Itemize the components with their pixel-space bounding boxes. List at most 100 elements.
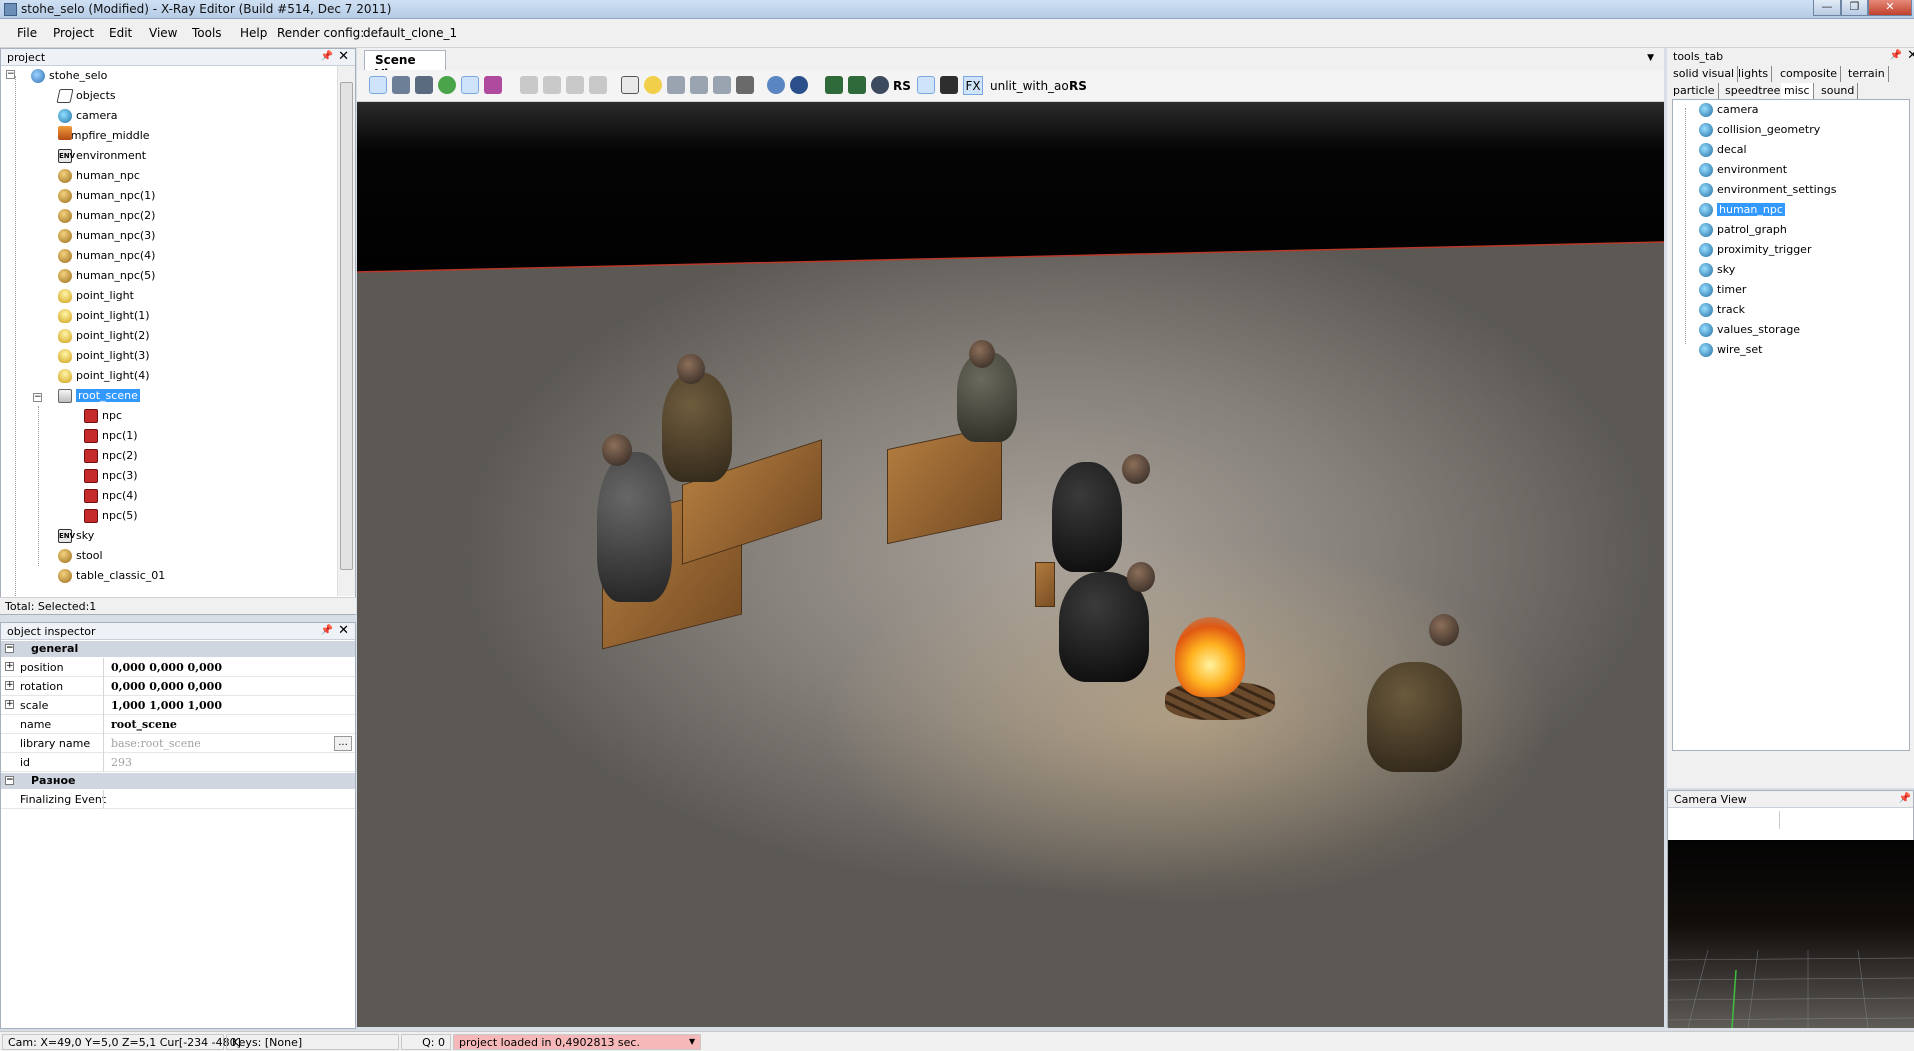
- tree-item[interactable]: human_npc: [58, 166, 140, 186]
- texture-tool-icon[interactable]: [713, 76, 731, 94]
- scrollbar-thumb[interactable]: [340, 82, 353, 570]
- grid-tool-icon[interactable]: [667, 76, 685, 94]
- gear-icon[interactable]: [767, 76, 785, 94]
- light-bulb-icon[interactable]: [644, 76, 662, 94]
- tool-item[interactable]: collision_geometry: [1699, 120, 1820, 140]
- page-tool-icon[interactable]: [621, 76, 639, 94]
- tool-item[interactable]: timer: [1699, 280, 1746, 300]
- collapse-toggle[interactable]: −: [5, 776, 14, 785]
- campfire-fire[interactable]: [1175, 617, 1245, 697]
- text-tool-icon[interactable]: [848, 76, 866, 94]
- tree-item[interactable]: ENVenvironment: [58, 146, 146, 166]
- chevron-down-icon[interactable]: ▼: [1647, 53, 1654, 63]
- tool-item[interactable]: decal: [1699, 140, 1747, 160]
- tree-item[interactable]: stohe_selo: [31, 66, 107, 86]
- rs-label-2[interactable]: RS: [1069, 79, 1087, 93]
- tab-sound[interactable]: sound: [1818, 83, 1859, 99]
- prop-finalizing-event[interactable]: Finalizing Event: [1, 790, 355, 809]
- tree-item[interactable]: point_light: [58, 286, 134, 306]
- camera-tool-icon[interactable]: [736, 76, 754, 94]
- tree-item[interactable]: npc(5): [84, 506, 138, 526]
- tab-terrain[interactable]: terrain: [1845, 66, 1889, 82]
- grid-toggle-icon[interactable]: [917, 76, 935, 94]
- render-config-value[interactable]: default_clone_1: [363, 26, 457, 40]
- render-mode-label[interactable]: unlit_with_ao: [990, 79, 1069, 93]
- rotate-tool-icon[interactable]: [438, 76, 456, 94]
- tab-composite[interactable]: composite: [1777, 66, 1842, 82]
- status-message[interactable]: project loaded in 0,4902813 sec.: [453, 1034, 701, 1050]
- menu-tools[interactable]: Tools: [192, 26, 222, 40]
- tree-item[interactable]: point_light(1): [58, 306, 150, 326]
- tree-item[interactable]: ENVsky: [58, 526, 94, 546]
- tab-solid-visual[interactable]: solid visual: [1670, 66, 1739, 82]
- pin-icon[interactable]: 📌: [321, 51, 333, 62]
- expand-toggle[interactable]: +: [5, 662, 14, 671]
- prop-scale[interactable]: + scale 1,000 1,000 1,000: [1, 696, 355, 715]
- npc-figure[interactable]: [597, 452, 672, 602]
- film-icon[interactable]: [825, 76, 843, 94]
- collapse-toggle[interactable]: −: [33, 393, 42, 402]
- collapse-toggle[interactable]: −: [6, 70, 15, 79]
- minimize-button[interactable]: —: [1813, 0, 1841, 16]
- tree-item[interactable]: point_light(3): [58, 346, 150, 366]
- tree-item[interactable]: table_classic_01: [58, 566, 165, 586]
- expand-toggle[interactable]: +: [5, 681, 14, 690]
- close-icon[interactable]: ✕: [338, 49, 349, 64]
- fx-toggle[interactable]: FX: [963, 76, 983, 95]
- tree-item[interactable]: point_light(2): [58, 326, 150, 346]
- pin-icon[interactable]: 📌: [1890, 50, 1902, 61]
- select-tool-icon[interactable]: [369, 76, 387, 94]
- menu-edit[interactable]: Edit: [109, 26, 132, 40]
- settings-icon[interactable]: [871, 76, 889, 94]
- prop-position[interactable]: + position 0,000 0,000 0,000: [1, 658, 355, 677]
- close-icon[interactable]: ✕: [1907, 48, 1914, 63]
- tree-item-selected[interactable]: root_scene: [58, 386, 140, 406]
- tree-item[interactable]: npc(1): [84, 426, 138, 446]
- menu-file[interactable]: File: [17, 26, 37, 40]
- tree-item[interactable]: human_npc(1): [58, 186, 155, 206]
- section-misc[interactable]: − Разное: [1, 773, 355, 789]
- expand-toggle[interactable]: +: [5, 700, 14, 709]
- tool-item-selected[interactable]: human_npc: [1699, 200, 1785, 220]
- close-window-button[interactable]: ✕: [1868, 0, 1912, 16]
- tab-lights[interactable]: lights: [1735, 66, 1773, 82]
- camera-render[interactable]: [1668, 840, 1914, 1028]
- tool-item[interactable]: values_storage: [1699, 320, 1800, 340]
- tree-item[interactable]: human_npc(2): [58, 206, 155, 226]
- prop-rotation[interactable]: + rotation 0,000 0,000 0,000: [1, 677, 355, 696]
- tree-item[interactable]: human_npc(3): [58, 226, 155, 246]
- tree-item[interactable]: camera: [58, 106, 118, 126]
- maximize-button[interactable]: ❐: [1841, 0, 1868, 16]
- pin-icon[interactable]: 📌: [1899, 793, 1911, 804]
- tool-item[interactable]: patrol_graph: [1699, 220, 1787, 240]
- move-tool-icon[interactable]: [392, 76, 410, 94]
- tool-item[interactable]: sky: [1699, 260, 1735, 280]
- tool-item[interactable]: environment_settings: [1699, 180, 1836, 200]
- pattern-toggle-icon[interactable]: [940, 76, 958, 94]
- tree-item[interactable]: npc(4): [84, 486, 138, 506]
- stool[interactable]: [1035, 562, 1055, 607]
- npc-figure[interactable]: [662, 372, 732, 482]
- chevron-down-icon[interactable]: ▼: [689, 1037, 695, 1046]
- tree-item[interactable]: npc(3): [84, 466, 138, 486]
- tree-scrollbar[interactable]: [337, 66, 355, 596]
- prop-id[interactable]: id 293: [1, 753, 355, 772]
- menu-project[interactable]: Project: [53, 26, 94, 40]
- tab-misc[interactable]: misc: [1781, 83, 1814, 99]
- tree-item[interactable]: campfire_middle: [58, 126, 150, 146]
- tree-item[interactable]: human_npc(5): [58, 266, 155, 286]
- tree-item[interactable]: objects: [56, 86, 116, 106]
- pin-icon[interactable]: 📌: [321, 625, 333, 636]
- rs-label[interactable]: RS: [893, 79, 911, 93]
- pause-icon[interactable]: [790, 76, 808, 94]
- collapse-toggle[interactable]: −: [5, 644, 14, 653]
- prop-name[interactable]: name root_scene: [1, 715, 355, 734]
- tab-scene-view[interactable]: Scene View: [364, 50, 446, 81]
- npc-figure[interactable]: [1052, 462, 1122, 572]
- tool-item[interactable]: camera: [1699, 100, 1759, 120]
- tool-item[interactable]: track: [1699, 300, 1745, 320]
- browse-button[interactable]: ...: [334, 736, 352, 751]
- section-general[interactable]: − general: [1, 641, 355, 657]
- tree-item[interactable]: npc: [84, 406, 122, 426]
- menu-view[interactable]: View: [149, 26, 177, 40]
